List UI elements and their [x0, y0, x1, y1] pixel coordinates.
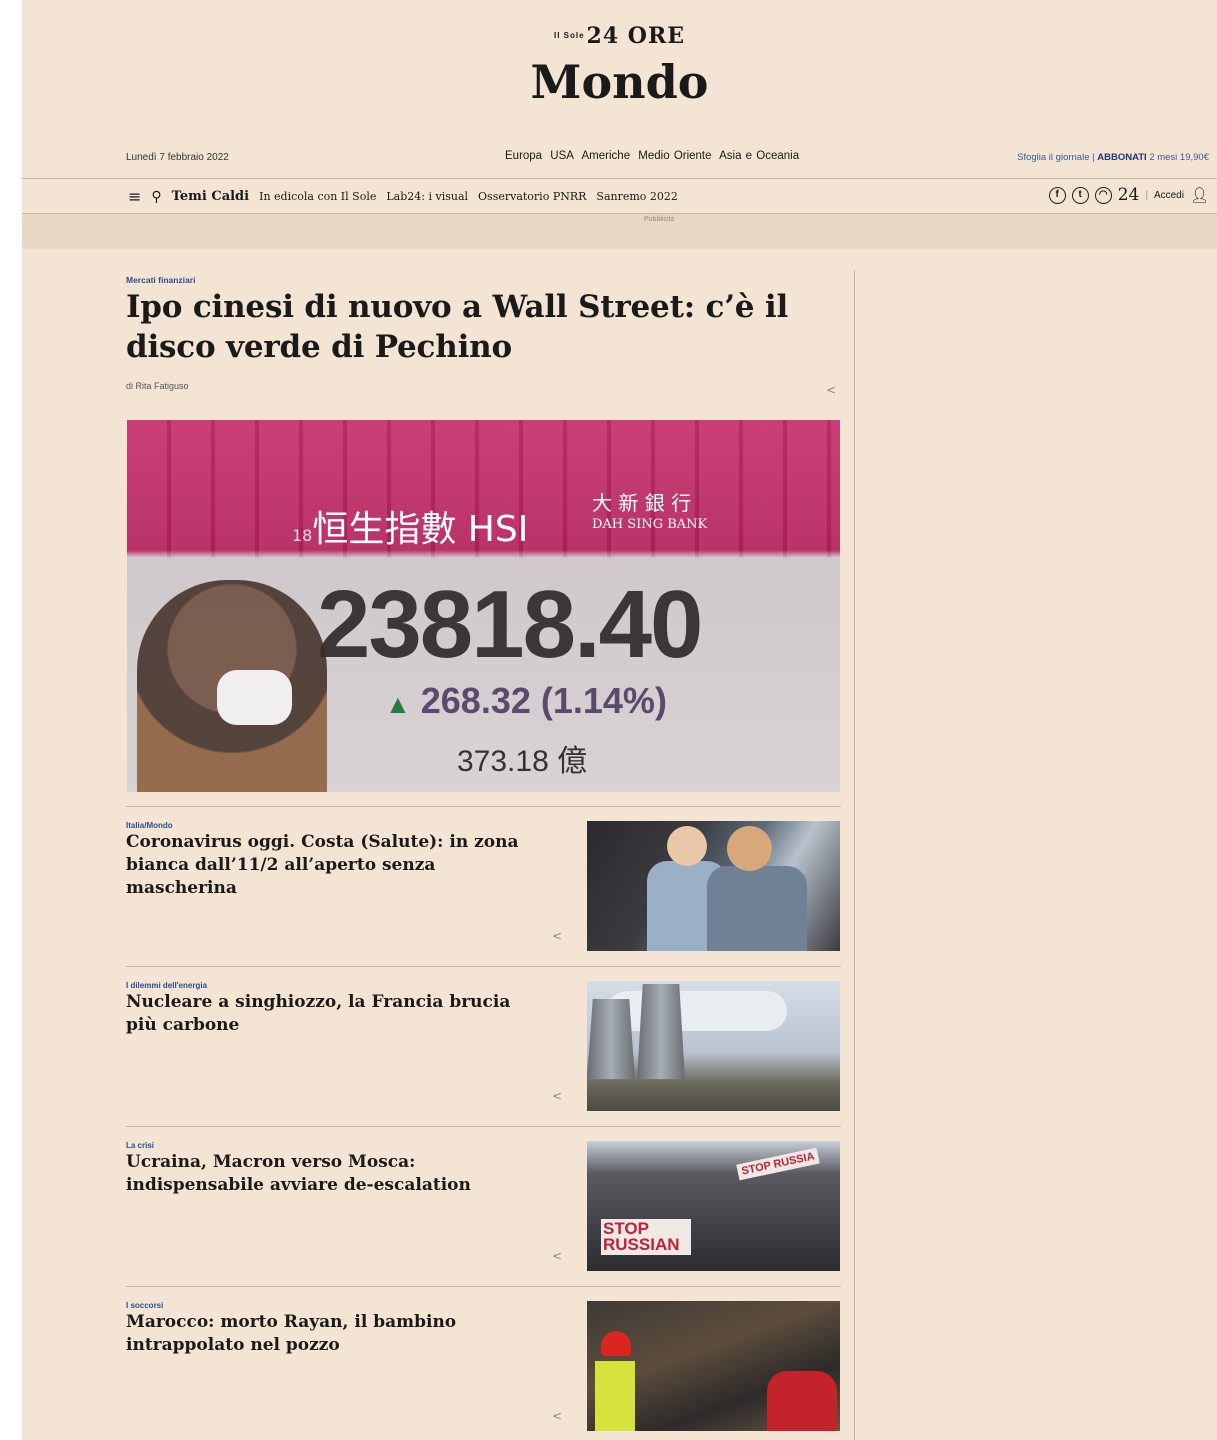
- hot-topics-label[interactable]: Temi Caldi: [172, 189, 249, 204]
- thumb-cooling-tower: [587, 999, 635, 1079]
- ticker-change-pct: (1.14%): [540, 680, 667, 721]
- browse-paper-link[interactable]: Sfoglia il giornale: [1017, 152, 1089, 163]
- login-link[interactable]: Accedi: [1154, 190, 1184, 201]
- story-text: I dilemmi dell'energia Nucleare a singhi…: [126, 981, 546, 1037]
- ad-label: Pubblicità: [644, 216, 675, 223]
- ticker-index-name: 18恒生指數 HSI: [292, 500, 528, 552]
- thumb-rescuer: [767, 1371, 837, 1431]
- story-kicker[interactable]: I dilemmi dell'energia: [126, 981, 546, 990]
- list-item[interactable]: I soccorsi Marocco: morto Rayan, il bamb…: [126, 1286, 841, 1434]
- lead-article: Mercati finanziari Ipo cinesi di nuovo a…: [126, 275, 841, 397]
- bank-name-zh: 大 新 銀 行: [592, 491, 692, 515]
- story-title[interactable]: Nucleare a singhiozzo, la Francia brucia…: [126, 991, 546, 1037]
- list-item[interactable]: I dilemmi dell'energia Nucleare a singhi…: [126, 966, 841, 1114]
- region-link-usa[interactable]: USA: [550, 150, 574, 162]
- subscribe-area: Sfoglia il giornale | ABBONATI 2 mesi 19…: [1017, 152, 1209, 163]
- thumb-smoke: [607, 991, 787, 1031]
- sole24-tv-link[interactable]: 24: [1118, 185, 1140, 205]
- share-icon[interactable]: <: [552, 929, 562, 943]
- thumb-helmet: [601, 1331, 631, 1356]
- nav-item-edicola[interactable]: In edicola con Il Sole: [259, 190, 376, 203]
- column-divider: [854, 270, 855, 1440]
- current-date: Lunedì 7 febbraio 2022: [126, 152, 229, 163]
- nav-item-pnrr[interactable]: Osservatorio PNRR: [478, 190, 586, 203]
- share-icon[interactable]: <: [826, 383, 836, 397]
- story-title[interactable]: Marocco: morto Rayan, il bambino intrapp…: [126, 1311, 546, 1357]
- nav-item-sanremo[interactable]: Sanremo 2022: [596, 190, 678, 203]
- photo-face-mask: [217, 670, 292, 725]
- region-nav: Europa USA Americhe Medio Oriente Asia e…: [505, 150, 803, 162]
- page: Il Sole24 ORE Mondo Lunedì 7 febbraio 20…: [22, 0, 1217, 1440]
- lead-kicker[interactable]: Mercati finanziari: [126, 275, 841, 285]
- site-logo[interactable]: Il Sole24 ORE: [22, 22, 1217, 50]
- story-text: La crisi Ucraina, Macron verso Mosca: in…: [126, 1141, 546, 1197]
- thumb-figure: [707, 866, 807, 951]
- ticker-change: ▲ 268.32 (1.14%): [385, 680, 667, 722]
- story-kicker[interactable]: Italia/Mondo: [126, 821, 546, 830]
- thumb-figure: [727, 826, 772, 871]
- subscribe-separator: |: [1092, 152, 1095, 163]
- thumb-rescuer: [595, 1361, 635, 1431]
- region-link-europa[interactable]: Europa: [505, 150, 542, 162]
- lead-image[interactable]: 18恒生指數 HSI 大 新 銀 行 DAH SING BANK 23818.4…: [127, 420, 840, 792]
- share-icon[interactable]: <: [552, 1249, 562, 1263]
- top-info-bar: Lunedì 7 febbraio 2022 Europa USA Americ…: [22, 150, 1217, 166]
- radio-icon[interactable]: ◠: [1094, 186, 1112, 204]
- search-icon[interactable]: ⚲: [151, 189, 161, 205]
- ad-banner: Pubblicità: [22, 214, 1217, 249]
- story-thumbnail[interactable]: [587, 981, 840, 1111]
- ticker-change-value: 268.32: [420, 680, 531, 721]
- thumb-figure: [667, 826, 707, 866]
- masthead: Il Sole24 ORE Mondo: [22, 22, 1217, 112]
- story-thumbnail[interactable]: STOP RUSSIA STOP RUSSIAN: [587, 1141, 840, 1271]
- thumb-protest-sign: STOP RUSSIAN: [601, 1219, 691, 1255]
- ticker-volume: 373.18 億: [457, 745, 588, 778]
- story-text: I soccorsi Marocco: morto Rayan, il bamb…: [126, 1301, 546, 1357]
- logo-text: 24 ORE: [586, 23, 686, 49]
- menu-icon[interactable]: ≡: [128, 187, 141, 206]
- nav-divider: |: [1145, 189, 1148, 201]
- page-gutter: [0, 0, 22, 1440]
- bank-logo: 大 新 銀 行 DAH SING BANK: [592, 492, 707, 536]
- twitter-icon[interactable]: t: [1071, 186, 1089, 204]
- region-link-medio-oriente[interactable]: Medio Oriente: [638, 150, 711, 162]
- section-title: Mondo: [530, 55, 709, 109]
- lead-title[interactable]: Ipo cinesi di nuovo a Wall Street: c’è i…: [126, 287, 841, 367]
- lead-byline: di Rita Fatiguso: [126, 381, 189, 391]
- thumb-protest-sign: STOP RUSSIA: [736, 1147, 820, 1181]
- logo-prefix: Il Sole: [553, 31, 585, 40]
- region-link-americhe[interactable]: Americhe: [582, 150, 631, 162]
- thumb-cooling-tower: [637, 984, 685, 1079]
- nav-left: ≡ ⚲ Temi Caldi In edicola con Il Sole La…: [128, 187, 678, 206]
- ticker-index-prefix: 18: [292, 526, 313, 545]
- list-item[interactable]: Italia/Mondo Coronavirus oggi. Costa (Sa…: [126, 806, 841, 954]
- subscribe-offer[interactable]: 2 mesi 19,90€: [1149, 152, 1209, 163]
- share-icon[interactable]: <: [552, 1089, 562, 1103]
- share-icon[interactable]: <: [552, 1409, 562, 1423]
- story-text: Italia/Mondo Coronavirus oggi. Costa (Sa…: [126, 821, 546, 900]
- main-navbar: ≡ ⚲ Temi Caldi In edicola con Il Sole La…: [22, 178, 1217, 214]
- user-icon[interactable]: 👤︎: [1190, 186, 1209, 204]
- nav-item-lab24[interactable]: Lab24: i visual: [386, 190, 468, 203]
- bank-name-en: DAH SING BANK: [592, 517, 708, 532]
- story-kicker[interactable]: La crisi: [126, 1141, 546, 1150]
- up-triangle-icon: ▲: [385, 689, 411, 719]
- list-item[interactable]: La crisi Ucraina, Macron verso Mosca: in…: [126, 1126, 841, 1274]
- region-link-asia-oceania[interactable]: Asia e Oceania: [719, 150, 799, 162]
- subscribe-link[interactable]: ABBONATI: [1097, 152, 1146, 163]
- story-thumbnail[interactable]: [587, 821, 840, 951]
- story-title[interactable]: Ucraina, Macron verso Mosca: indispensab…: [126, 1151, 546, 1197]
- story-kicker[interactable]: I soccorsi: [126, 1301, 546, 1310]
- story-title[interactable]: Coronavirus oggi. Costa (Salute): in zon…: [126, 831, 546, 900]
- story-thumbnail[interactable]: [587, 1301, 840, 1431]
- ticker-index-label: 恒生指數 HSI: [312, 509, 529, 550]
- facebook-icon[interactable]: f: [1048, 186, 1066, 204]
- nav-right: f t ◠ 24 | Accedi 👤︎: [1048, 185, 1209, 205]
- ticker-value: 23818.40: [317, 571, 703, 678]
